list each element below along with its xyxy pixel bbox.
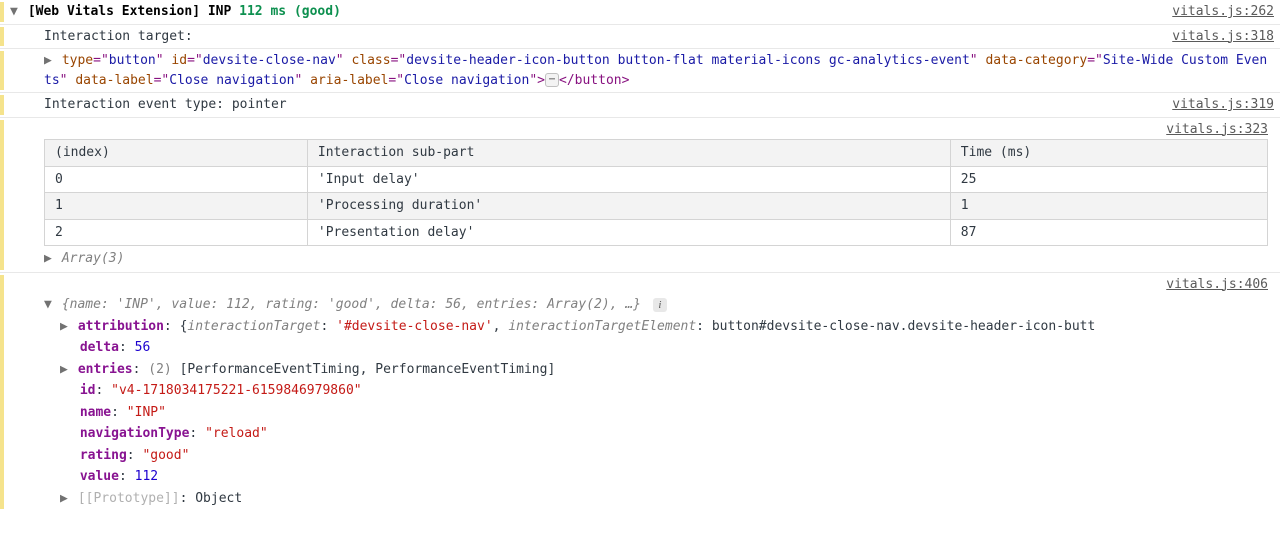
source-link[interactable]: vitals.js:323: [1154, 120, 1268, 140]
source-link[interactable]: vitals.js:318: [1160, 27, 1274, 47]
table-row: 2'Presentation delay'87: [45, 219, 1268, 246]
source-link[interactable]: vitals.js:406: [1154, 275, 1268, 295]
object-property[interactable]: value: 112: [60, 466, 1268, 488]
warning-marker: [0, 95, 4, 115]
chevron-right-icon[interactable]: ▶: [60, 489, 70, 509]
object-property[interactable]: ▶ [[Prototype]]: Object: [60, 488, 1268, 510]
warning-marker: [0, 2, 4, 22]
chevron-right-icon[interactable]: ▶: [60, 360, 70, 380]
warning-marker: [0, 27, 4, 47]
chevron-right-icon[interactable]: ▶: [44, 249, 54, 269]
log-title: [Web Vitals Extension] INP: [28, 4, 232, 19]
expand-ellipsis-button[interactable]: ⋯: [545, 73, 559, 87]
object-property[interactable]: rating: "good": [60, 445, 1268, 467]
table-row: 1'Processing duration'1: [45, 193, 1268, 220]
object-property[interactable]: id: "v4-1718034175221-6159846979860": [60, 380, 1268, 402]
object-property[interactable]: ▶ entries: (2) [PerformanceEventTiming, …: [60, 359, 1268, 381]
source-link[interactable]: vitals.js:319: [1160, 95, 1274, 115]
object-property[interactable]: delta: 56: [60, 337, 1268, 359]
metric-value: 112 ms (good): [239, 4, 341, 19]
chevron-down-icon[interactable]: ▼: [10, 2, 20, 22]
object-summary[interactable]: {name: 'INP', value: 112, rating: 'good'…: [62, 297, 641, 312]
table-block: vitals.js:323 (index) Interaction sub-pa…: [0, 118, 1280, 273]
interaction-target-row: Interaction target: vitals.js:318: [0, 25, 1280, 50]
warning-marker: [0, 275, 4, 510]
object-block: vitals.js:406 ▼ {name: 'INP', value: 112…: [0, 273, 1280, 512]
html-element-dump: ▶ type="button" id="devsite-close-nav" c…: [0, 49, 1280, 93]
event-type-text: Interaction event type: pointer: [44, 97, 287, 112]
col-time: Time (ms): [950, 140, 1267, 167]
event-type-row: Interaction event type: pointer vitals.j…: [0, 93, 1280, 118]
chevron-right-icon[interactable]: ▶: [60, 317, 70, 337]
col-index: (index): [45, 140, 308, 167]
table-row: 0'Input delay'25: [45, 166, 1268, 193]
array-label[interactable]: Array(3): [62, 251, 125, 266]
inp-breakdown-table: (index) Interaction sub-part Time (ms) 0…: [44, 139, 1268, 246]
object-property[interactable]: name: "INP": [60, 402, 1268, 424]
source-link[interactable]: vitals.js:262: [1160, 2, 1274, 22]
interaction-target-label: Interaction target:: [44, 29, 193, 44]
warning-marker: [0, 120, 4, 270]
chevron-right-icon[interactable]: ▶: [44, 51, 54, 71]
col-subpart: Interaction sub-part: [307, 140, 950, 167]
info-icon[interactable]: i: [653, 298, 667, 312]
warning-marker: [0, 51, 4, 90]
log-header: ▼ [Web Vitals Extension] INP 112 ms (goo…: [0, 0, 1280, 25]
chevron-down-icon[interactable]: ▼: [44, 295, 54, 315]
object-property[interactable]: navigationType: "reload": [60, 423, 1268, 445]
